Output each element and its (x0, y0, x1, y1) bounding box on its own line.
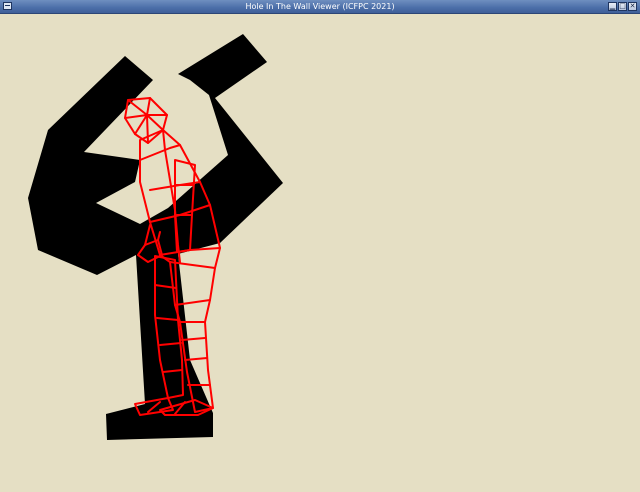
figure-head (124, 97, 168, 144)
window-title: Hole In The Wall Viewer (ICFPC 2021) (245, 2, 395, 11)
viewer-window: Hole In The Wall Viewer (ICFPC 2021) ▁ □… (0, 0, 640, 492)
minimize-button[interactable]: ▁ (608, 2, 617, 11)
maximize-button[interactable]: □ (618, 2, 627, 11)
viewer-canvas[interactable] (0, 14, 640, 492)
close-button[interactable]: ✕ (628, 2, 637, 11)
title-bar[interactable]: Hole In The Wall Viewer (ICFPC 2021) ▁ □… (0, 0, 640, 14)
